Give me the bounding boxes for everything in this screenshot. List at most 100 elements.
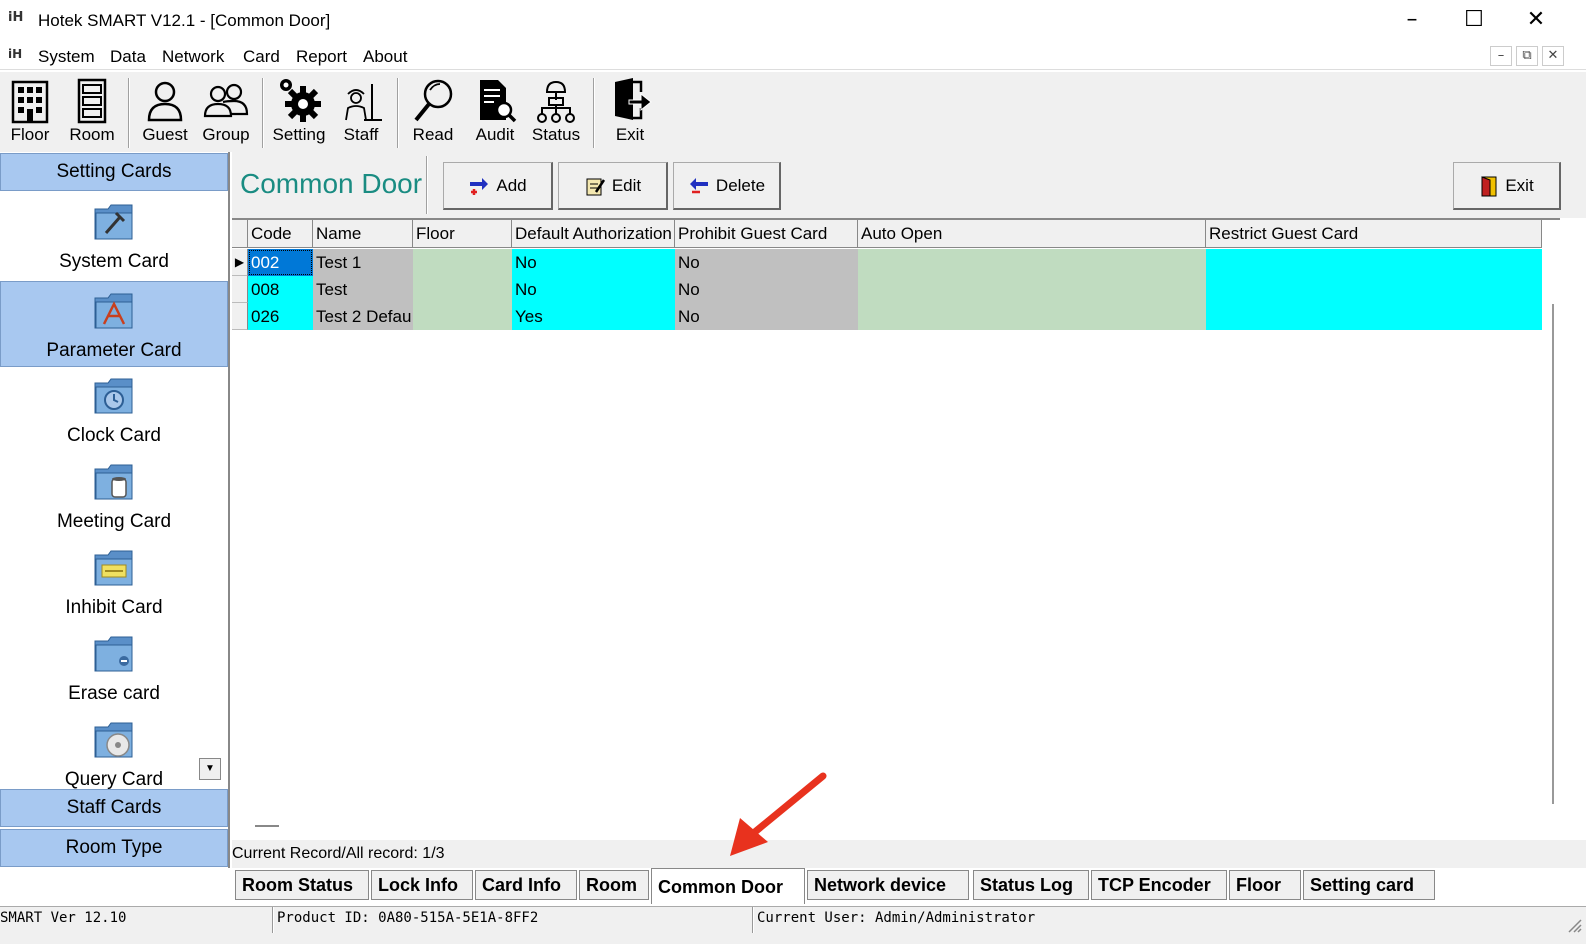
tab-status-log[interactable]: Status Log xyxy=(973,870,1089,900)
table-cell-restrict-guest-card[interactable] xyxy=(1206,249,1542,276)
toolbar-guest-button[interactable]: Guest xyxy=(135,76,195,145)
maximize-icon[interactable]: ☐ xyxy=(1454,6,1494,36)
column-header-name[interactable]: Name xyxy=(313,220,413,248)
toolbar-separator xyxy=(397,78,399,148)
toolbar-staff-button[interactable]: Staff xyxy=(331,76,391,145)
sidebar-item-system-card[interactable]: System Card xyxy=(0,193,228,279)
sidebar-item-label: Query Card xyxy=(64,769,164,790)
exit-button-label: Exit xyxy=(1505,175,1534,195)
table-cell-default-authorization[interactable]: No xyxy=(512,249,675,276)
header-separator xyxy=(426,156,428,214)
table-cell-auto-open[interactable] xyxy=(858,303,1206,330)
mdi-close-icon[interactable]: ✕ xyxy=(1542,46,1564,66)
sidebar-heading-setting-cards[interactable]: Setting Cards xyxy=(0,153,228,191)
column-header-code[interactable]: Code xyxy=(248,220,313,248)
table-cell-floor[interactable] xyxy=(413,249,512,276)
menu-report[interactable]: Report xyxy=(296,47,347,67)
table-cell-code[interactable]: 002 xyxy=(248,249,313,276)
table-cell-name[interactable]: Test 2 Defau xyxy=(313,303,413,330)
grid-corner xyxy=(232,220,248,248)
menu-card[interactable]: Card xyxy=(243,47,280,67)
toolbar-floor-button[interactable]: Floor xyxy=(0,76,60,145)
table-cell-floor[interactable] xyxy=(413,276,512,303)
column-header-prohibit-guest-card[interactable]: Prohibit Guest Card xyxy=(675,220,858,248)
delete-button[interactable]: Delete xyxy=(673,162,781,210)
sidebar-heading-staff-cards[interactable]: Staff Cards xyxy=(0,789,228,827)
sidebar-scroll-down-icon[interactable]: ▼ xyxy=(199,758,221,780)
toolbar-exit-button[interactable]: Exit xyxy=(600,76,660,145)
mdi-minimize-icon[interactable]: – xyxy=(1490,46,1512,66)
door-exit-icon xyxy=(1481,175,1497,196)
table-cell-code[interactable]: 026 xyxy=(248,303,313,330)
menu-data[interactable]: Data xyxy=(110,47,146,67)
menu-system[interactable]: System xyxy=(38,47,95,67)
tab-room-status[interactable]: Room Status xyxy=(235,870,369,900)
tab-card-info[interactable]: Card Info xyxy=(475,870,577,900)
toolbar-separator xyxy=(128,78,130,148)
table-cell-code[interactable]: 008 xyxy=(248,276,313,303)
sidebar-heading-room-type[interactable]: Room Type xyxy=(0,829,228,867)
resize-grip-icon[interactable] xyxy=(1566,917,1582,933)
group-icon xyxy=(203,83,249,118)
toolbar-audit-button[interactable]: Audit xyxy=(465,76,525,145)
column-header-floor[interactable]: Floor xyxy=(413,220,512,248)
add-icon xyxy=(470,177,489,195)
toolbar-label: Staff xyxy=(343,125,379,144)
tab-tcp-encoder[interactable]: TCP Encoder xyxy=(1091,870,1227,900)
edit-button-label: Edit xyxy=(611,175,642,195)
mdi-restore-icon[interactable]: ⧉ xyxy=(1516,46,1538,66)
delete-icon xyxy=(689,177,708,193)
tab-lock-info[interactable]: Lock Info xyxy=(371,870,473,900)
table-cell-name[interactable]: Test xyxy=(313,276,413,303)
vertical-scrollbar[interactable] xyxy=(1542,244,1558,814)
tab-setting-card[interactable]: Setting card xyxy=(1303,870,1435,900)
toolbar-group-button[interactable]: Group xyxy=(196,76,256,145)
exit-icon xyxy=(615,78,652,120)
guest-icon xyxy=(147,81,183,122)
toolbar-setting-button[interactable]: Setting xyxy=(269,76,329,145)
sidebar-item-label: System Card xyxy=(59,251,169,272)
column-header-restrict-guest-card[interactable]: Restrict Guest Card xyxy=(1206,220,1542,248)
column-header-auto-open[interactable]: Auto Open xyxy=(858,220,1206,248)
system-card-icon xyxy=(94,204,133,240)
toolbar-label: Guest xyxy=(142,125,188,144)
toolbar-read-button[interactable]: Read xyxy=(403,76,463,145)
exit-button[interactable]: Exit xyxy=(1453,162,1561,210)
edit-button[interactable]: Edit xyxy=(558,162,668,210)
title-bar: iH Hotek SMART V12.1 - [Common Door] – ☐… xyxy=(0,0,1586,42)
table-cell-prohibit-guest-card[interactable]: No xyxy=(675,276,858,303)
sidebar-item-erase-card[interactable]: Erase card xyxy=(0,625,228,711)
horizontal-scrollbar-thumb[interactable] xyxy=(255,825,279,827)
menu-about[interactable]: About xyxy=(363,47,407,67)
sidebar-item-query-card[interactable]: Query Card xyxy=(0,711,228,797)
column-header-default-authorization[interactable]: Default Authorization xyxy=(512,220,675,248)
tab-common-door[interactable]: Common Door xyxy=(651,868,805,904)
sidebar-item-parameter-card[interactable]: Parameter Card xyxy=(0,281,228,367)
tab-room[interactable]: Room xyxy=(579,870,649,900)
add-button[interactable]: Add xyxy=(443,162,553,210)
table-cell-default-authorization[interactable]: Yes xyxy=(512,303,675,330)
table-cell-default-authorization[interactable]: No xyxy=(512,276,675,303)
table-cell-restrict-guest-card[interactable] xyxy=(1206,303,1542,330)
menu-network[interactable]: Network xyxy=(162,47,224,67)
sidebar-item-inhibit-card[interactable]: Inhibit Card xyxy=(0,539,228,625)
table-cell-prohibit-guest-card[interactable]: No xyxy=(675,303,858,330)
table-cell-prohibit-guest-card[interactable]: No xyxy=(675,249,858,276)
close-icon[interactable]: ✕ xyxy=(1516,6,1556,36)
table-cell-name[interactable]: Test 1 xyxy=(313,249,413,276)
toolbar-label: Floor xyxy=(10,125,50,144)
annotation-arrow-icon xyxy=(730,772,827,856)
toolbar-room-button[interactable]: Room xyxy=(62,76,122,145)
sidebar-item-clock-card[interactable]: Clock Card xyxy=(0,367,228,453)
toolbar-status-button[interactable]: Status xyxy=(526,76,586,145)
table-cell-restrict-guest-card[interactable] xyxy=(1206,276,1542,303)
tab-network-device[interactable]: Network device xyxy=(807,870,969,900)
tab-floor[interactable]: Floor xyxy=(1229,870,1301,900)
status-current-user: Current User: Admin/Administrator xyxy=(757,910,1036,926)
scrollbar-thumb[interactable] xyxy=(1552,304,1554,804)
minimize-icon[interactable]: – xyxy=(1392,6,1432,36)
table-cell-auto-open[interactable] xyxy=(858,276,1206,303)
table-cell-auto-open[interactable] xyxy=(858,249,1206,276)
table-cell-floor[interactable] xyxy=(413,303,512,330)
sidebar-item-meeting-card[interactable]: Meeting Card xyxy=(0,453,228,539)
